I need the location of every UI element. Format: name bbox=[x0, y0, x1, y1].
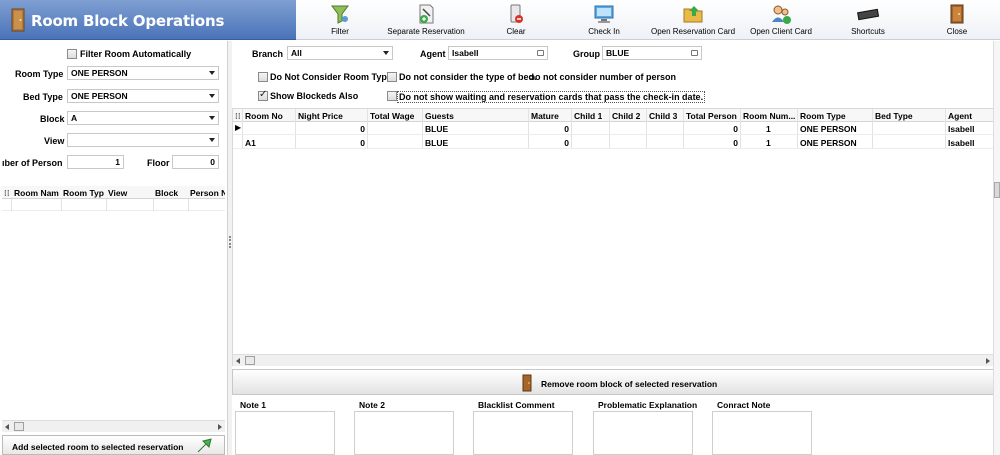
table-row[interactable]: A1 0 BLUE 0 0 1 ONE PERSON Isabell bbox=[233, 136, 993, 149]
add-selected-room-button[interactable]: Add selected room to selected reservatio… bbox=[2, 435, 225, 455]
dont-consider-bed-type-checkbox[interactable] bbox=[387, 72, 397, 82]
lookup-icon[interactable] bbox=[537, 50, 544, 56]
arrow-up-right-icon bbox=[197, 438, 212, 453]
eraser-icon bbox=[510, 4, 523, 23]
door-icon bbox=[522, 374, 532, 392]
group-input[interactable]: BLUE bbox=[602, 46, 702, 60]
chevron-down-icon bbox=[209, 138, 215, 142]
scroll-thumb[interactable] bbox=[14, 422, 24, 431]
room-type-select[interactable]: ONE PERSON bbox=[67, 66, 219, 80]
reservation-grid[interactable]: ⁞⁞ Room No Night Price Total Wage Guests… bbox=[232, 108, 994, 366]
grid-drag-handle-icon[interactable]: ⁞⁞ bbox=[235, 111, 241, 121]
reservation-grid-header: ⁞⁞ Room No Night Price Total Wage Guests… bbox=[233, 109, 993, 122]
note-2-textarea[interactable] bbox=[354, 411, 454, 455]
scroll-left-icon[interactable] bbox=[5, 424, 9, 430]
dont-show-waiting-checkbox[interactable] bbox=[387, 91, 397, 101]
window-vertical-scrollbar[interactable] bbox=[993, 41, 1000, 455]
room-filter-panel: Filter Room Automatically Room Type ONE … bbox=[0, 41, 228, 455]
close-button[interactable]: Close bbox=[944, 0, 970, 40]
document-add-icon bbox=[419, 4, 434, 24]
scroll-thumb[interactable] bbox=[245, 356, 255, 365]
problematic-explanation-textarea[interactable] bbox=[593, 411, 693, 455]
open-client-card-button[interactable]: Open Client Card bbox=[748, 0, 814, 40]
number-of-person-input[interactable]: 1 bbox=[67, 155, 124, 169]
monitor-icon bbox=[594, 5, 614, 23]
check-in-button[interactable]: Check In bbox=[586, 0, 622, 40]
toolbar: Filter Separate Reservation Clear Check … bbox=[296, 0, 1000, 40]
blacklist-comment-section: Blacklist Comment bbox=[470, 400, 588, 455]
floor-input[interactable]: 0 bbox=[172, 155, 219, 169]
clear-button[interactable]: Clear bbox=[501, 0, 531, 40]
room-grid-header: ⁞⁞ Room Nam Room Typ View Block Person N bbox=[2, 186, 225, 199]
bed-type-select[interactable]: ONE PERSON bbox=[67, 89, 219, 103]
filter-room-automatically-checkbox[interactable] bbox=[67, 49, 77, 59]
lookup-icon[interactable] bbox=[691, 50, 698, 56]
shortcuts-button[interactable]: Shortcuts bbox=[848, 0, 888, 40]
branch-select[interactable]: All bbox=[287, 46, 393, 60]
note-2-section: Note 2 bbox=[351, 400, 469, 455]
agent-input[interactable]: Isabell bbox=[448, 46, 548, 60]
scroll-right-icon[interactable] bbox=[986, 358, 990, 364]
contract-note-textarea[interactable] bbox=[712, 411, 812, 455]
separate-reservation-button[interactable]: Separate Reservation bbox=[384, 0, 468, 40]
block-select[interactable]: A bbox=[67, 111, 219, 125]
door-icon bbox=[11, 8, 25, 32]
dont-consider-person-label[interactable]: ɔo not consider number of person bbox=[530, 72, 676, 82]
chevron-down-icon bbox=[383, 51, 389, 55]
grid-horizontal-scrollbar[interactable] bbox=[233, 354, 993, 366]
table-row[interactable] bbox=[2, 199, 225, 211]
left-horizontal-scrollbar[interactable] bbox=[2, 420, 225, 432]
problematic-explanation-section: Problematic Explanation bbox=[590, 400, 708, 455]
filter-button[interactable]: Filter bbox=[324, 0, 356, 40]
remove-room-block-button[interactable]: Remove room block of selected reservatio… bbox=[232, 369, 994, 395]
title-bar: Room Block Operations bbox=[0, 0, 296, 40]
chevron-down-icon bbox=[209, 116, 215, 120]
row-selected-indicator-icon: ▶ bbox=[235, 123, 242, 132]
filter-icon bbox=[331, 5, 349, 24]
chevron-down-icon bbox=[209, 71, 215, 75]
dont-consider-room-type-checkbox[interactable] bbox=[258, 72, 268, 82]
chevron-down-icon bbox=[209, 94, 215, 98]
keyboard-icon bbox=[857, 8, 879, 21]
scroll-thumb[interactable] bbox=[994, 182, 1000, 198]
contract-note-section: Conract Note bbox=[709, 400, 827, 455]
page-title: Room Block Operations bbox=[31, 12, 225, 30]
table-row[interactable]: ▶ 0 BLUE 0 0 1 ONE PERSON Isabell bbox=[233, 122, 993, 135]
door-exit-icon bbox=[950, 4, 964, 24]
view-select[interactable] bbox=[67, 133, 219, 147]
folder-open-icon bbox=[683, 6, 703, 23]
reservation-panel: Branch All Agent Isabell Group BLUE Do N… bbox=[232, 41, 1000, 455]
note-1-textarea[interactable] bbox=[235, 411, 335, 455]
open-reservation-card-button[interactable]: Open Reservation Card bbox=[648, 0, 738, 40]
scroll-right-icon[interactable] bbox=[218, 424, 222, 430]
room-grid-body[interactable] bbox=[2, 199, 225, 419]
show-blockeds-checkbox[interactable] bbox=[258, 89, 268, 101]
blacklist-comment-textarea[interactable] bbox=[473, 411, 573, 455]
grid-drag-handle-icon[interactable]: ⁞⁞ bbox=[4, 188, 10, 198]
note-1-section: Note 1 bbox=[232, 400, 350, 455]
scroll-left-icon[interactable] bbox=[236, 358, 240, 364]
users-icon bbox=[772, 5, 791, 24]
